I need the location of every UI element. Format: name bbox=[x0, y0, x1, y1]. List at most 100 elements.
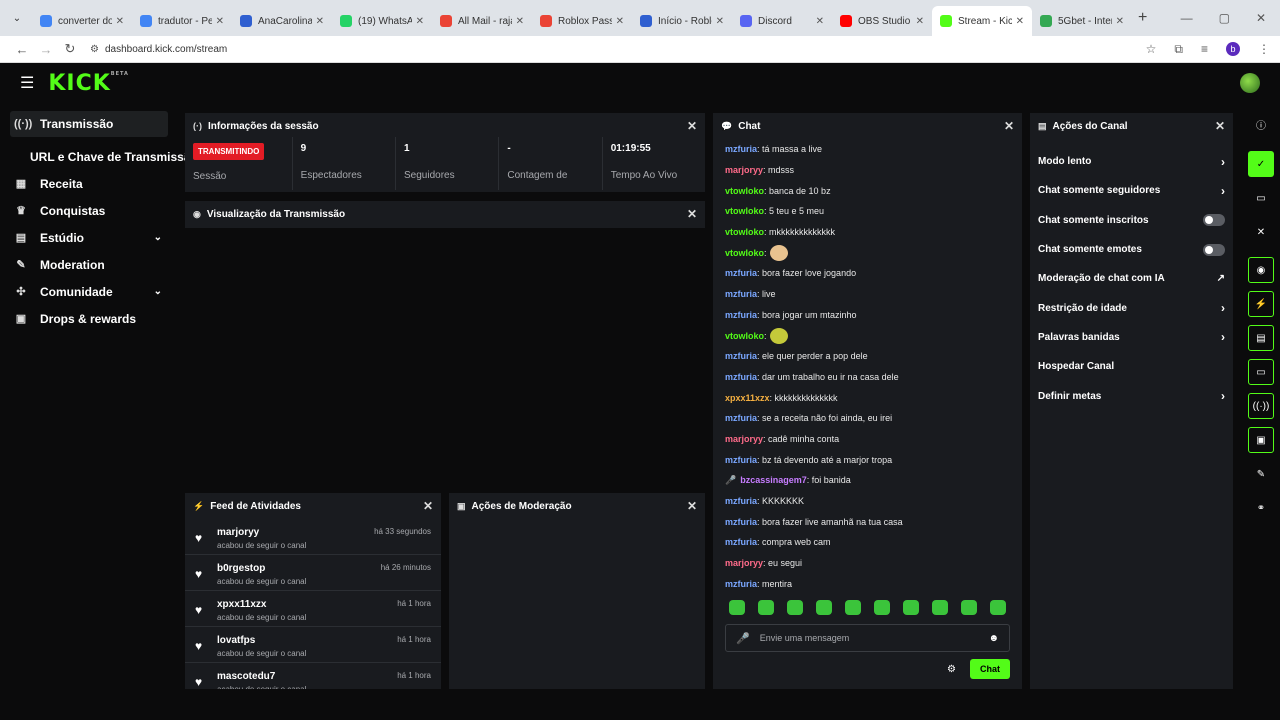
chat-username[interactable]: bzcassinagem7 bbox=[740, 475, 807, 485]
close-icon[interactable]: ✕ bbox=[687, 119, 697, 133]
reload-icon[interactable]: ↻ bbox=[58, 41, 82, 57]
chat-username[interactable]: mzfuria bbox=[725, 351, 757, 361]
menu-icon[interactable]: ⋮ bbox=[1258, 42, 1270, 56]
layout-icon[interactable]: ▭ bbox=[1248, 185, 1274, 211]
new-tab-button[interactable]: + bbox=[1138, 9, 1147, 27]
chat-username[interactable]: vtowloko bbox=[725, 186, 764, 196]
close-icon[interactable]: ✕ bbox=[1248, 219, 1274, 245]
media-icon[interactable]: ≡ bbox=[1201, 42, 1208, 56]
close-window-button[interactable]: ✕ bbox=[1256, 11, 1266, 25]
chat-username[interactable]: marjoryy bbox=[725, 165, 763, 175]
sidebar-item-comunidade[interactable]: ✣ Comunidade ⌄ bbox=[0, 278, 176, 305]
emote-icon[interactable] bbox=[990, 600, 1006, 616]
close-tab-icon[interactable]: ✕ bbox=[516, 16, 524, 27]
chat-username[interactable]: mzfuria bbox=[725, 144, 757, 154]
chat-message[interactable]: mzfuria: live bbox=[725, 284, 1010, 305]
emote-icon[interactable] bbox=[816, 600, 832, 616]
chat-message[interactable]: mzfuria: bz tá devendo até a marjor trop… bbox=[725, 449, 1010, 470]
close-icon[interactable]: ✕ bbox=[687, 499, 697, 513]
emote-icon[interactable] bbox=[845, 600, 861, 616]
chat-username[interactable]: mzfuria bbox=[725, 517, 757, 527]
chat-message[interactable]: marjoryy: mdsss bbox=[725, 160, 1010, 181]
close-tab-icon[interactable]: ✕ bbox=[316, 16, 324, 27]
close-tab-icon[interactable]: ✕ bbox=[1016, 16, 1024, 27]
close-tab-icon[interactable]: ✕ bbox=[916, 16, 924, 27]
url-field[interactable]: ⚙ dashboard.kick.com/stream bbox=[90, 44, 1146, 55]
emoji-icon[interactable]: ☻ bbox=[988, 633, 999, 644]
emote-icon[interactable] bbox=[758, 600, 774, 616]
browser-tab[interactable]: Roblox Passwo ✕ bbox=[532, 6, 632, 36]
kick-logo[interactable]: KICKBETA bbox=[48, 71, 129, 96]
chat-message[interactable]: mzfuria: compra web cam bbox=[725, 532, 1010, 553]
chat-message[interactable]: vtowloko: mkkkkkkkkkkkkk bbox=[725, 222, 1010, 243]
sidebar-item-conquistas[interactable]: ♛ Conquistas bbox=[0, 197, 176, 224]
channel-action-item[interactable]: Moderação de chat com IA ↗ bbox=[1030, 264, 1233, 293]
chat-message[interactable]: 🎤 bzcassinagem7: foi banida bbox=[725, 470, 1010, 491]
emote-icon[interactable] bbox=[787, 600, 803, 616]
browser-tab[interactable]: tradutor - Pesq ✕ bbox=[132, 6, 232, 36]
chat-username[interactable]: mzfuria bbox=[725, 372, 757, 382]
close-tab-icon[interactable]: ✕ bbox=[116, 16, 124, 27]
channel-action-item[interactable]: Definir metas › bbox=[1030, 381, 1233, 410]
browser-tab[interactable]: (19) WhatsApp ✕ bbox=[332, 6, 432, 36]
browser-tab[interactable]: Stream - Kick D ✕ bbox=[932, 6, 1032, 36]
wrench-icon[interactable]: ✎ bbox=[1248, 461, 1274, 487]
chat-username[interactable]: mzfuria bbox=[725, 289, 757, 299]
channel-action-item[interactable]: Chat somente seguidores › bbox=[1030, 176, 1233, 205]
close-tab-icon[interactable]: ✕ bbox=[416, 16, 424, 27]
chat-username[interactable]: xpxx11xzx bbox=[725, 393, 770, 403]
chat-message[interactable]: mzfuria: se a receita não foi ainda, eu … bbox=[725, 408, 1010, 429]
sidebar-item-stream-key[interactable]: URL e Chave de Transmissão bbox=[0, 143, 198, 170]
forward-icon[interactable]: → bbox=[34, 42, 58, 57]
browser-tab[interactable]: Início - Roblox ✕ bbox=[632, 6, 732, 36]
link-icon[interactable]: ⚭ bbox=[1248, 495, 1274, 521]
close-tab-icon[interactable]: ✕ bbox=[616, 16, 624, 27]
sidebar-item-estudio[interactable]: ▤ Estúdio ⌄ bbox=[0, 224, 176, 251]
close-icon[interactable]: ✕ bbox=[687, 207, 697, 221]
chat-message[interactable]: marjoryy: cadê minha conta bbox=[725, 429, 1010, 450]
channel-action-item[interactable]: Restrição de idade › bbox=[1030, 293, 1233, 322]
chat-message[interactable]: vtowloko: banca de 10 bz bbox=[725, 180, 1010, 201]
sidebar-item-receita[interactable]: ▦ Receita bbox=[0, 170, 176, 197]
actions-icon[interactable]: ▣ bbox=[1248, 427, 1274, 453]
emote-icon[interactable] bbox=[961, 600, 977, 616]
chat-username[interactable]: vtowloko bbox=[725, 248, 764, 258]
chat-icon[interactable]: ▭ bbox=[1248, 359, 1274, 385]
chat-username[interactable]: mzfuria bbox=[725, 310, 757, 320]
chat-message[interactable]: mzfuria: tá massa a live bbox=[725, 139, 1010, 160]
chat-message[interactable]: vtowloko: bbox=[725, 242, 1010, 263]
info-icon[interactable]: ⓘ bbox=[1248, 111, 1274, 137]
chat-message[interactable]: mzfuria: bora fazer live amanhã na tua c… bbox=[725, 511, 1010, 532]
chat-message[interactable]: mzfuria: ele quer perder a pop dele bbox=[725, 346, 1010, 367]
broadcast-icon[interactable]: ((·)) bbox=[1248, 393, 1274, 419]
channel-action-item[interactable]: Chat somente inscritos bbox=[1030, 206, 1233, 235]
chat-username[interactable]: mzfuria bbox=[725, 496, 757, 506]
chat-message[interactable]: mzfuria: KKKKKKK bbox=[725, 491, 1010, 512]
chat-username[interactable]: marjoryy bbox=[725, 434, 763, 444]
emote-icon[interactable] bbox=[903, 600, 919, 616]
emote-icon[interactable] bbox=[932, 600, 948, 616]
emote-icon[interactable] bbox=[729, 600, 745, 616]
chat-message[interactable]: mzfuria: bora fazer love jogando bbox=[725, 263, 1010, 284]
browser-tab[interactable]: Discord ✕ bbox=[732, 6, 832, 36]
browser-tab[interactable]: AnaCarolinaBa ✕ bbox=[232, 6, 332, 36]
sidebar-item-transmissao[interactable]: ((·)) Transmissão bbox=[10, 111, 168, 137]
toggle-switch[interactable] bbox=[1203, 243, 1225, 256]
chat-message[interactable]: vtowloko: bbox=[725, 325, 1010, 346]
preview-icon[interactable]: ◉ bbox=[1248, 257, 1274, 283]
chat-message[interactable]: mzfuria: bora jogar um mtazinho bbox=[725, 305, 1010, 326]
hamburger-menu-icon[interactable]: ☰ bbox=[20, 73, 34, 93]
chat-message[interactable]: vtowloko: 5 teu e 5 meu bbox=[725, 201, 1010, 222]
channel-action-item[interactable]: Chat somente emotes bbox=[1030, 235, 1233, 264]
close-tab-icon[interactable]: ✕ bbox=[1116, 16, 1124, 27]
minimize-button[interactable]: — bbox=[1181, 11, 1193, 25]
document-icon[interactable]: ▤ bbox=[1248, 325, 1274, 351]
chat-username[interactable]: vtowloko bbox=[725, 331, 764, 341]
back-icon[interactable]: ← bbox=[10, 42, 34, 57]
send-chat-button[interactable]: Chat bbox=[970, 659, 1010, 680]
browser-tab[interactable]: All Mail - rajad ✕ bbox=[432, 6, 532, 36]
channel-action-item[interactable]: Modo lento › bbox=[1030, 147, 1233, 176]
chat-username[interactable]: vtowloko bbox=[725, 206, 764, 216]
browser-tab[interactable]: converter dola ✕ bbox=[32, 6, 132, 36]
toggle-switch[interactable] bbox=[1203, 214, 1225, 227]
